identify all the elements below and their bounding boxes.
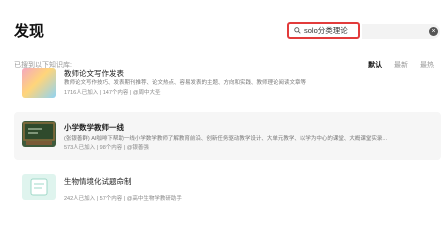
result-card[interactable]: 生物情境化试题命制 242人已加入 | 57个内容 | @高中生物学教研助手 [14, 167, 441, 207]
result-card[interactable]: 小学数学教师一线 (张银善群) AI咖啡下帮助一线小学数学教师了解教育前沿、创新… [14, 112, 441, 160]
page-title: 发现 [14, 23, 45, 40]
result-description: 教师论文写作技巧、发表期刊推荐、论文热点、容易发表的主题、方向和实践、教师理论阅… [64, 80, 307, 86]
result-description: (张银善群) AI咖啡下帮助一线小学数学教师了解教育前沿、创新任务驱动教学设计、… [64, 136, 387, 142]
result-stats: 242人已加入 | 57个内容 | @高中生物学教研助手 [64, 196, 182, 202]
result-stats: 573人已加入 | 98个内容 | @银善强 [64, 145, 149, 151]
document-icon [30, 178, 48, 196]
chalkboard-icon [23, 122, 55, 145]
search-input[interactable]: solo分类理论 [287, 22, 360, 39]
search-query: solo分类理论 [304, 26, 348, 35]
result-stats: 1716人已加入 | 147个内容 | @周中大圣 [64, 90, 161, 96]
result-title: 小学数学教师一线 [64, 123, 124, 132]
close-circle-icon[interactable]: × [429, 27, 438, 36]
knowledge-base-cover [22, 68, 56, 98]
knowledge-base-cover [22, 174, 56, 200]
search-icon [294, 27, 301, 34]
result-title: 生物情境化试题命制 [64, 177, 132, 186]
knowledge-base-cover [22, 121, 56, 147]
